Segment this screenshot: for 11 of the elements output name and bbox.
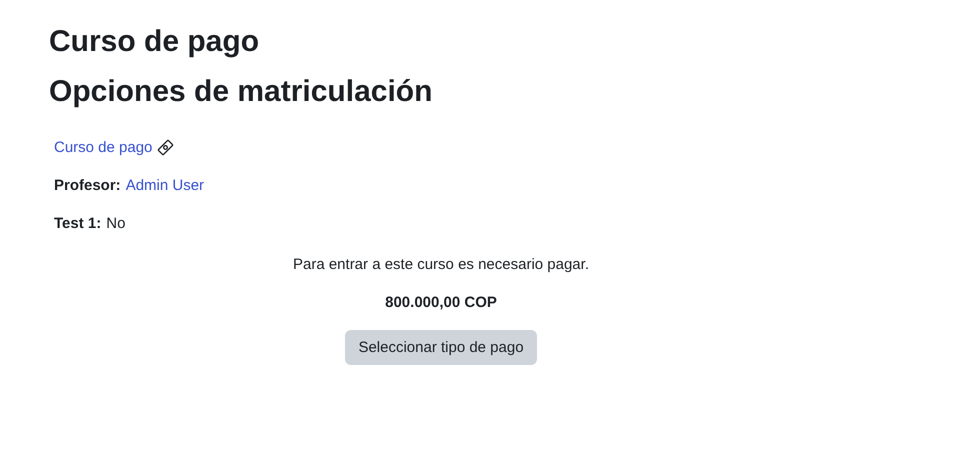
field-label: Profesor: [54, 176, 121, 194]
course-link[interactable]: Curso de pago [54, 138, 152, 156]
page-title: Curso de pago [49, 24, 260, 60]
payment-type-button[interactable]: Seleccionar tipo de pago [345, 330, 537, 365]
section-title: Opciones de matriculación [49, 74, 434, 110]
payment-message: Para entrar a este curso es necesario pagar. [292, 256, 589, 274]
field-value: No [106, 214, 126, 232]
price: 800.000,00 COP [385, 294, 497, 312]
field-label: Test 1: [54, 214, 102, 232]
money-icon [157, 138, 174, 156]
teacher-link[interactable]: Admin User [126, 176, 204, 194]
